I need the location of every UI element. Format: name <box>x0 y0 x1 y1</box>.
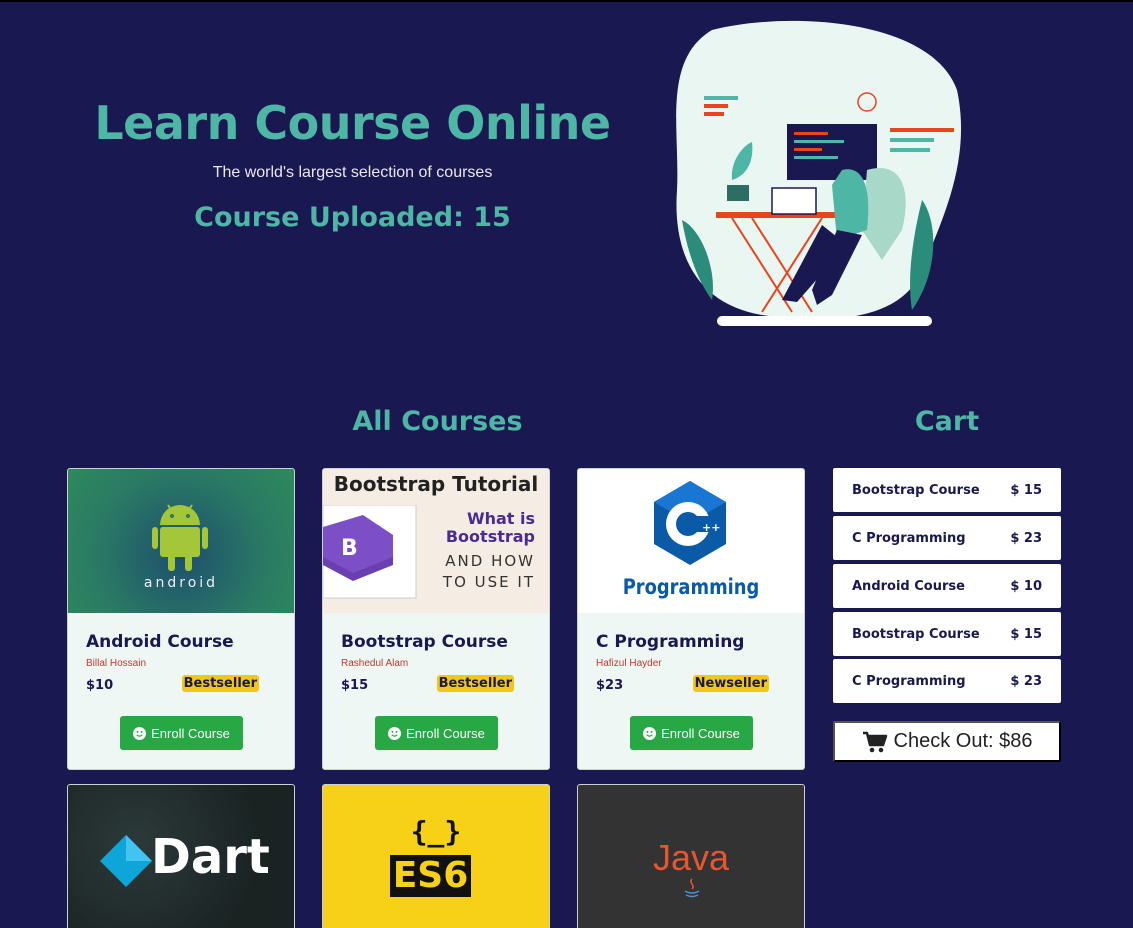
hero-title: Learn Course Online <box>94 96 611 150</box>
enroll-label: Enroll Course <box>661 725 740 741</box>
smile-icon <box>388 726 402 740</box>
course-thumbnail: android <box>68 469 294 613</box>
smile-icon <box>643 726 657 740</box>
course-card: Bootstrap Tutorial B What is Bootstrap A… <box>322 468 550 770</box>
course-price: $15 <box>341 678 369 693</box>
svg-text:++: ++ <box>702 521 720 534</box>
course-thumbnail: ++ Programming <box>578 469 804 613</box>
course-price: $10 <box>86 678 114 693</box>
course-card: Java <box>577 784 805 928</box>
cart-heading: Cart <box>914 406 980 437</box>
hero-subtitle: The world's largest selection of courses <box>212 164 493 181</box>
thumbnail-line: What is <box>466 509 535 528</box>
thumbnail-text: Java <box>652 837 730 878</box>
cart-item: C Programming $ 23 <box>833 659 1061 703</box>
android-logo-icon <box>152 504 208 571</box>
course-badge: Bestseller <box>436 675 514 692</box>
course-price: $23 <box>596 678 624 693</box>
course-card: {_} ES6 <box>322 784 550 928</box>
cart-item: Bootstrap Course $ 15 <box>833 612 1061 656</box>
enroll-label: Enroll Course <box>406 725 485 741</box>
cart-item-price: $ 10 <box>1010 578 1042 594</box>
cart-item-name: Android Course <box>852 578 965 594</box>
thumbnail-line: TO USE IT <box>442 573 535 591</box>
cart-item-price: $ 23 <box>1010 673 1042 689</box>
cart-item-price: $ 15 <box>1010 482 1042 498</box>
thumbnail-line: AND HOW <box>445 552 535 570</box>
course-card: ++ Programming C Programming Hafizul Hay… <box>577 468 805 770</box>
course-badge: Newseller <box>692 675 769 692</box>
course-author: Billal Hossain <box>86 658 147 669</box>
smile-icon <box>133 726 147 740</box>
hero-illustration <box>676 20 962 326</box>
course-name: Bootstrap Course <box>341 632 508 652</box>
cart-item-name: C Programming <box>852 673 966 689</box>
course-badge: Bestseller <box>181 675 259 692</box>
thumbnail-text: Dart <box>151 829 270 885</box>
thumbnail-text: Programming <box>622 575 760 599</box>
thumbnail-text: ES6 <box>390 855 471 897</box>
java-logo-icon <box>684 878 700 898</box>
enroll-course-button[interactable]: Enroll Course <box>630 716 753 750</box>
course-name: Android Course <box>86 632 234 652</box>
cart-item: C Programming $ 23 <box>833 516 1061 560</box>
dart-logo-icon <box>100 835 152 887</box>
cart-item-name: Bootstrap Course <box>852 482 980 498</box>
bootstrap-logo-icon: B <box>323 505 417 599</box>
thumbnail-braces: {_} <box>410 815 462 848</box>
course-card: android Android Course Billal Hossain $1… <box>67 468 295 770</box>
course-thumbnail: Bootstrap Tutorial B What is Bootstrap A… <box>323 469 549 613</box>
checkout-label: Check Out: $86 <box>893 730 1033 752</box>
course-name: C Programming <box>596 632 745 652</box>
svg-text:B: B <box>341 536 358 561</box>
thumbnail-line: Bootstrap <box>445 527 535 546</box>
cart-item-price: $ 23 <box>1010 530 1042 546</box>
cart-item: Bootstrap Course $ 15 <box>833 468 1061 512</box>
course-author: Hafizul Hayder <box>596 658 662 669</box>
cart-item-name: Bootstrap Course <box>852 626 980 642</box>
course-card: Dart <box>67 784 295 928</box>
thumbnail-title: Bootstrap Tutorial <box>333 472 539 496</box>
enroll-course-button[interactable]: Enroll Course <box>120 716 243 750</box>
checkout-button[interactable]: Check Out: $86 <box>833 721 1061 762</box>
cart-item-price: $ 15 <box>1010 626 1042 642</box>
cart-icon <box>862 731 887 752</box>
course-author: Rashedul Alam <box>341 658 409 669</box>
all-courses-heading: All Courses <box>352 406 523 437</box>
course-count: Course Uploaded: 15 <box>194 202 511 233</box>
enroll-label: Enroll Course <box>151 725 230 741</box>
cart-item: Android Course $ 10 <box>833 564 1061 608</box>
thumbnail-text: android <box>143 575 219 591</box>
enroll-course-button[interactable]: Enroll Course <box>375 716 498 750</box>
cart-item-name: C Programming <box>852 530 966 546</box>
